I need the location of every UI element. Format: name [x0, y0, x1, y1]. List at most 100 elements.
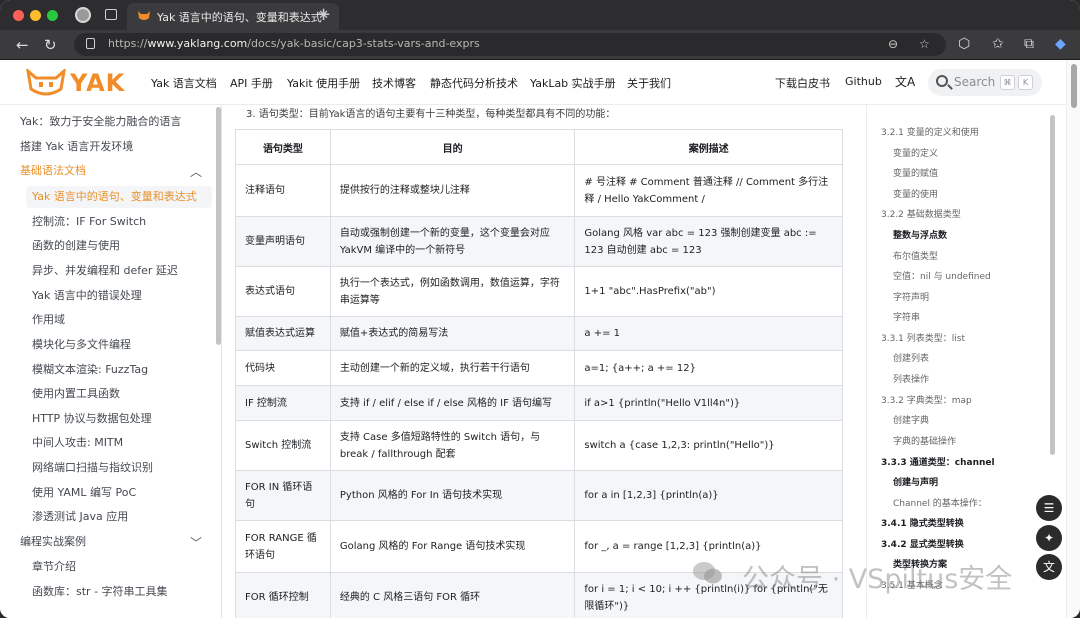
sidebar-item[interactable]: 模块化与多文件编程 [26, 334, 212, 356]
toc-item[interactable]: 3.2.2 基础数据类型 [881, 207, 961, 223]
sidebar-item[interactable]: 使用 YAML 编写 PoC [26, 482, 212, 504]
table-cell: 变量声明语句 [235, 216, 331, 267]
sidebar-item[interactable]: Yak：致力于安全能力融合的语言 [14, 111, 212, 133]
chevron-up-icon[interactable]: ︿ [190, 161, 202, 183]
close-window-button[interactable] [13, 10, 24, 21]
table-header: 案例描述 [574, 129, 843, 165]
table-row: IF 控制流 支持 if / elif / else if / else 风格的… [235, 385, 843, 421]
table-cell: a=1; {a++; a += 12} [574, 350, 843, 386]
search-button[interactable]: Search ⌘ K [928, 69, 1042, 96]
sidebar-item[interactable]: 搭建 Yak 语言开发环境 [14, 136, 212, 158]
ai-sparkle-icon[interactable]: ✦ [1036, 525, 1062, 551]
new-tab-button[interactable]: + [316, 4, 331, 25]
reload-icon[interactable]: ↻ [44, 36, 57, 54]
toc-item[interactable]: 3.4.2 显式类型转换 [881, 537, 964, 553]
nav-github[interactable]: Github [845, 75, 882, 88]
table-row: 代码块 主动创建一个新的定义域，执行若干行语句 a=1; {a++; a += … [235, 350, 843, 386]
toc-item[interactable]: 创建列表 [893, 351, 929, 367]
sidebar-item[interactable]: 函数库：str - 字符串工具集 [26, 581, 212, 603]
favorites-icon[interactable]: ✩ [992, 36, 1004, 52]
tab-actions-icon[interactable] [105, 9, 117, 20]
toc-item[interactable]: 3.2.1 变量的定义和使用 [881, 125, 979, 141]
toc-item[interactable]: 创建与声明 [893, 475, 938, 491]
table-header-row: 语句类型 目的 案例描述 [235, 129, 843, 165]
nav-yakit-manual[interactable]: Yakit 使用手册 [287, 75, 360, 91]
minimize-window-button[interactable] [30, 10, 41, 21]
nav-yaklab[interactable]: YakLab 实战手册 [530, 75, 616, 91]
maximize-window-button[interactable] [47, 10, 58, 21]
sidebar-category-basics[interactable]: 基础语法文档 ︿ [14, 160, 212, 182]
sidebar-item[interactable]: HTTP 协议与数据包处理 [26, 408, 212, 430]
toc-item[interactable]: 3.4.1 隐式类型转换 [881, 516, 964, 532]
toc-item[interactable]: 字符串 [893, 310, 920, 326]
toc-item[interactable]: 3.3.1 列表类型：list [881, 331, 965, 347]
sidebar-item-active[interactable]: Yak 语言中的语句、变量和表达式 [26, 186, 212, 208]
extensions-icon[interactable]: ⬡ [958, 36, 970, 52]
sidebar-item[interactable]: 作用域 [26, 309, 212, 331]
profile-avatar[interactable] [75, 7, 91, 23]
table-cell: 执行一个表达式，例如函数调用，数值运算，字符串运算等 [329, 266, 576, 317]
table-cell: Switch 控制流 [235, 420, 331, 471]
kbd-cmd: ⌘ [1000, 75, 1015, 90]
sidebar-item[interactable]: 模糊文本渲染: FuzzTag [26, 359, 212, 381]
chevron-down-icon[interactable]: ﹀ [190, 532, 202, 554]
table-cell: for a in [1,2,3] {println(a)} [574, 470, 843, 521]
toc-scrollbar[interactable] [1050, 115, 1055, 455]
collections-icon[interactable]: ⧉ [1024, 36, 1034, 52]
toc-item[interactable]: 整数与浮点数 [893, 228, 947, 244]
page-scrollbar-thumb[interactable] [1071, 64, 1077, 108]
back-icon[interactable]: ← [16, 36, 29, 54]
yak-logo[interactable]: YAK [26, 69, 126, 97]
address-bar[interactable]: https://www.yaklang.com/docs/yak-basic/c… [74, 33, 946, 56]
copilot-icon[interactable]: ◆ [1055, 36, 1066, 52]
tab-active[interactable]: Yak 语言中的语句、变量和表达式 ✕ [127, 3, 339, 30]
nav-static-analysis[interactable]: 静态代码分析技术 [430, 75, 518, 91]
toc-item[interactable]: 变量的赋值 [893, 166, 938, 182]
lock-icon [86, 38, 95, 49]
sidebar-category-practice[interactable]: 编程实战案例 ﹀ [14, 531, 212, 553]
table-row: 表达式语句 执行一个表达式，例如函数调用，数值运算，字符串运算等 1+1 "ab… [235, 266, 843, 317]
nav-download-whitepaper[interactable]: 下载白皮书 [775, 75, 830, 91]
translate-fab-icon[interactable]: 文 [1036, 554, 1062, 580]
toc-item[interactable]: 3.3.3 通道类型：channel [881, 455, 995, 471]
chat-icon[interactable]: ☰ [1036, 495, 1062, 521]
nav-tech-blog[interactable]: 技术博客 [372, 75, 416, 91]
toc-item[interactable]: 布尔值类型 [893, 249, 938, 265]
reader-icon[interactable]: ⊖ [888, 37, 898, 51]
sidebar-item[interactable]: Yak 语言中的错误处理 [26, 285, 212, 307]
sidebar-item[interactable]: 中间人攻击: MITM [26, 432, 212, 454]
table-cell: 赋值+表达式的简易写法 [329, 316, 576, 351]
sidebar-item[interactable]: 网络端口扫描与指纹识别 [26, 457, 212, 479]
table-cell: switch a {case 1,2,3: println("Hello")} [574, 420, 843, 471]
toc-item[interactable]: 变量的使用 [893, 187, 938, 203]
table-cell: 自动或强制创建一个新的变量，这个变量会对应 YakVM 编译中的一个新符号 [329, 216, 576, 267]
sidebar-item[interactable]: 异步、并发编程和 defer 延迟 [26, 260, 212, 282]
nav-yak-docs[interactable]: Yak 语言文档 [151, 75, 217, 91]
sidebar-item[interactable]: 渗透测试 Java 应用 [26, 506, 212, 528]
table-header: 目的 [329, 129, 576, 165]
yak-favicon-icon [138, 11, 150, 20]
sidebar-item[interactable]: 使用内置工具函数 [26, 383, 212, 405]
toc-item[interactable]: 字符声明 [893, 290, 929, 306]
toc-item[interactable]: 空值：nil 与 undefined [893, 269, 991, 285]
toc-item[interactable]: 字典的基础操作 [893, 434, 956, 450]
tab-strip: Yak 语言中的语句、变量和表达式 ✕ + [0, 0, 1080, 30]
toc-item[interactable]: 创建字典 [893, 413, 929, 429]
sidebar-scrollbar[interactable] [216, 107, 221, 345]
nav-api-manual[interactable]: API 手册 [230, 75, 273, 91]
favorite-star-icon[interactable]: ☆ [919, 37, 930, 51]
table-cell: 1+1 "abc".HasPrefix("ab") [574, 266, 843, 317]
table-cell: Python 风格的 For In 语句技术实现 [329, 470, 576, 521]
toc-item[interactable]: Channel 的基本操作： [893, 496, 987, 512]
toc-item[interactable]: 变量的定义 [893, 146, 938, 162]
toc-item[interactable]: 3.3.2 字典类型：map [881, 393, 972, 409]
sidebar-item[interactable]: 控制流：IF For Switch [26, 211, 212, 233]
sidebar-item[interactable]: 章节介绍 [26, 556, 212, 578]
toc-item[interactable]: 列表操作 [893, 372, 929, 388]
sidebar-item[interactable]: 函数的创建与使用 [26, 235, 212, 257]
nav-about[interactable]: 关于我们 [627, 75, 671, 91]
page-scrollbar[interactable] [1066, 60, 1080, 618]
table-cell: # 号注释 # Comment 普通注释 // Comment 多行注释 / H… [574, 164, 843, 217]
translate-icon[interactable]: 文A [895, 73, 915, 90]
table-cell: FOR RANGE 循环语句 [235, 520, 331, 573]
